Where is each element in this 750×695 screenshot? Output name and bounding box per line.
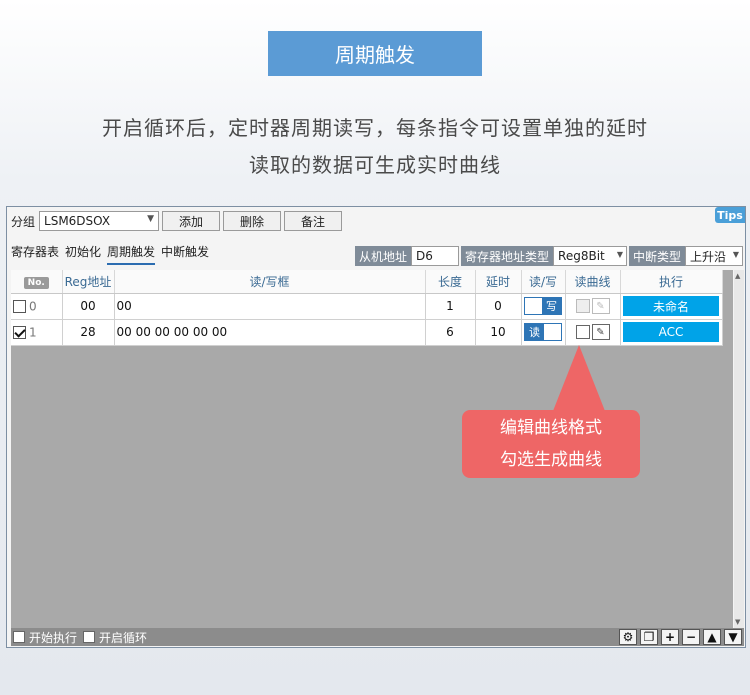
register-settings: 从机地址 D6 寄存器地址类型 Reg8Bit ▼ 中断类型 上升沿 ▼ (355, 246, 744, 266)
col-length: 长度 (425, 270, 476, 294)
row-select-cell: 1 (11, 319, 63, 346)
rw-toggle-label: 写 (542, 298, 561, 314)
table-row: 0 00 00 1 0 写 ✎ 未命名 (11, 293, 723, 320)
col-reg: Reg地址 (62, 270, 115, 294)
data-cell[interactable]: 00 00 00 00 00 00 (114, 319, 426, 346)
callout-line-2: 勾选生成曲线 (500, 450, 602, 470)
minus-icon[interactable]: − (682, 629, 700, 645)
data-cell[interactable]: 00 (114, 293, 426, 320)
rw-toggle-label: 读 (525, 324, 544, 340)
up-icon[interactable]: ▲ (703, 629, 721, 645)
group-label: 分组 (11, 214, 36, 229)
note-button[interactable]: 备注 (284, 211, 343, 231)
exec-button[interactable]: 未命名 (623, 296, 719, 316)
chevron-down-icon: ▼ (732, 250, 740, 259)
toolbar: 分组 LSM6DSOX ▼ 添加 删除 备注 (11, 211, 343, 231)
status-bar: 开始执行 开启循环 ⚙ ❐ + − ▲ ▼ (11, 628, 744, 646)
row-checkbox[interactable] (13, 299, 26, 313)
callout-note: 编辑曲线格式 勾选生成曲线 (462, 410, 640, 478)
curve-checkbox[interactable] (575, 325, 590, 339)
slave-addr-input[interactable]: D6 (411, 246, 460, 266)
col-data: 读/写框 (114, 270, 426, 294)
loop-label: 开启循环 (99, 630, 148, 645)
banner-title: 周期触发 (268, 31, 482, 76)
scroll-up-icon[interactable]: ▲ (735, 272, 740, 280)
rw-toggle[interactable]: 读 (524, 323, 562, 341)
curve-cell: ✎ (565, 319, 621, 346)
down-icon[interactable]: ▼ (724, 629, 742, 645)
col-curve: 读曲线 (565, 270, 621, 294)
chevron-down-icon: ▼ (147, 214, 155, 224)
loop-checkbox[interactable] (83, 631, 96, 643)
delay-cell[interactable]: 10 (475, 319, 522, 346)
tab-bar: 寄存器表 初始化 周期触发 中断触发 (11, 243, 215, 265)
rw-cell: 读 (521, 319, 566, 346)
exec-cell: 未命名 (620, 293, 723, 320)
loop-toggle[interactable]: 开启循环 (83, 629, 147, 646)
rw-cell: 写 (521, 293, 566, 320)
toggle-knob (544, 324, 561, 340)
row-actions: ⚙ ❐ + − ▲ ▼ (616, 629, 742, 645)
reg-cell[interactable]: 28 (62, 319, 115, 346)
tab-register-table[interactable]: 寄存器表 (11, 243, 59, 265)
start-exec-label: 开始执行 (29, 630, 78, 645)
exec-cell: ACC (620, 319, 723, 346)
command-table: No. Reg地址 读/写框 长度 延时 读/写 读曲线 执行 0 00 00 (11, 270, 723, 346)
addr-type-select[interactable]: Reg8Bit ▼ (553, 246, 628, 266)
scroll-down-icon[interactable]: ▼ (735, 618, 740, 626)
tab-interrupt-trigger[interactable]: 中断触发 (161, 243, 209, 265)
description-line-1: 开启循环后，定时器周期读写，每条指令可设置单独的延时 (102, 116, 648, 140)
settings-icon[interactable]: ⚙ (619, 629, 637, 645)
add-button[interactable]: 添加 (162, 211, 221, 231)
slave-addr-value: D6 (416, 249, 433, 263)
start-exec-toggle[interactable]: 开始执行 (13, 629, 77, 646)
group-select-value: LSM6DSOX (44, 214, 111, 228)
tab-init[interactable]: 初始化 (65, 243, 101, 265)
exec-button[interactable]: ACC (623, 322, 719, 342)
addr-type-value: Reg8Bit (558, 249, 605, 263)
plus-icon[interactable]: + (661, 629, 679, 645)
delay-cell[interactable]: 0 (475, 293, 522, 320)
col-no: No. (11, 270, 63, 294)
callout-line-1: 编辑曲线格式 (500, 418, 602, 438)
callout-pointer (553, 345, 605, 411)
row-select-cell: 0 (11, 293, 63, 320)
col-delay: 延时 (475, 270, 522, 294)
reg-cell[interactable]: 00 (62, 293, 115, 320)
vertical-scrollbar[interactable]: ▲ ▼ (734, 270, 744, 628)
pencil-icon[interactable]: ✎ (591, 298, 610, 314)
tab-periodic-trigger[interactable]: 周期触发 (107, 243, 156, 265)
int-type-select[interactable]: 上升沿 ▼ (685, 246, 744, 266)
length-cell[interactable]: 6 (425, 319, 476, 346)
rw-toggle[interactable]: 写 (524, 297, 562, 315)
curve-checkbox[interactable] (575, 299, 590, 313)
copy-icon[interactable]: ❐ (640, 629, 658, 645)
col-exec: 执行 (620, 270, 723, 294)
toggle-knob (525, 298, 542, 314)
table-row: 1 28 00 00 00 00 00 00 6 10 读 ✎ ACC (11, 319, 723, 346)
int-type-value: 上升沿 (690, 249, 727, 264)
tips-button[interactable]: Tips (715, 207, 745, 223)
chevron-down-icon: ▼ (616, 250, 624, 259)
addr-type-label: 寄存器地址类型 (461, 246, 554, 266)
slave-addr-label: 从机地址 (355, 246, 412, 266)
curve-cell: ✎ (565, 293, 621, 320)
row-index: 1 (29, 325, 37, 340)
description-line-2: 读取的数据可生成实时曲线 (249, 153, 501, 177)
delete-button[interactable]: 删除 (223, 211, 282, 231)
int-type-label: 中断类型 (629, 246, 686, 266)
row-checkbox[interactable] (13, 325, 26, 339)
row-index: 0 (29, 299, 37, 314)
length-cell[interactable]: 1 (425, 293, 476, 320)
group-select[interactable]: LSM6DSOX ▼ (39, 211, 160, 231)
start-exec-checkbox[interactable] (13, 631, 25, 643)
pencil-icon[interactable]: ✎ (591, 324, 610, 340)
col-rw: 读/写 (521, 270, 566, 294)
